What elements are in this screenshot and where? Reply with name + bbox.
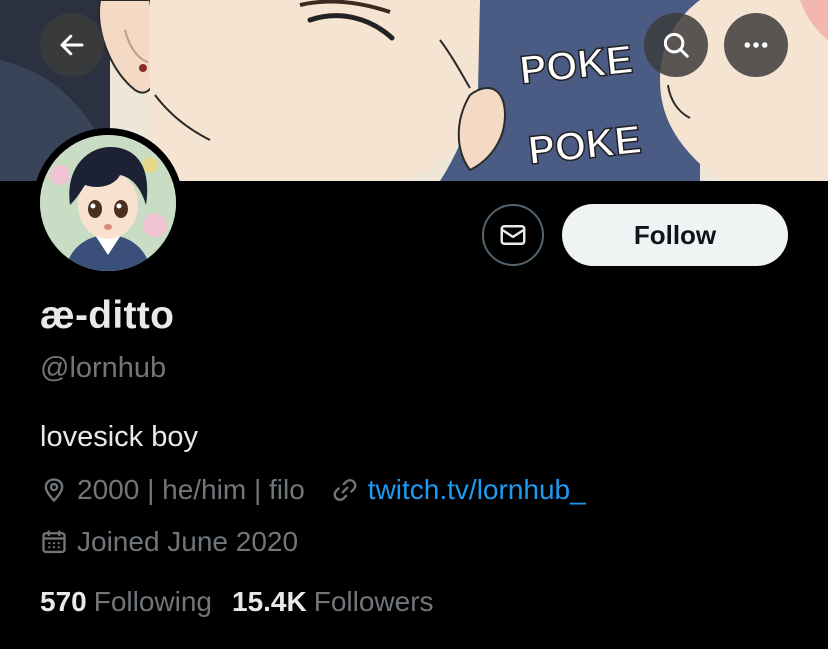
more-dots-icon <box>744 42 768 48</box>
followers-link[interactable]: 15.4K Followers <box>232 586 434 618</box>
profile-handle: @lornhub <box>40 352 167 384</box>
followers-count: 15.4K <box>232 586 307 617</box>
profile-joined-date: Joined June 2020 <box>77 526 299 557</box>
follow-button[interactable]: Follow <box>562 204 788 266</box>
following-label: Following <box>93 586 212 617</box>
profile-bio: lovesick boy <box>40 421 198 453</box>
profile-meta-row: 2000 | he/him | filo twitch.tv/lornhub_ <box>40 474 586 506</box>
profile-stats: 570 Following 15.4K Followers <box>40 586 434 618</box>
envelope-icon <box>500 225 526 245</box>
following-link[interactable]: 570 Following <box>40 586 212 618</box>
link-icon <box>331 476 359 504</box>
more-button[interactable] <box>724 13 788 77</box>
avatar[interactable] <box>33 128 183 278</box>
arrow-left-icon <box>60 34 84 56</box>
location-icon <box>40 476 68 504</box>
following-count: 570 <box>40 586 87 617</box>
profile-location: 2000 | he/him | filo <box>77 474 305 505</box>
search-icon <box>663 32 689 58</box>
followers-label: Followers <box>313 586 434 617</box>
search-button[interactable] <box>644 13 708 77</box>
display-name: æ-ditto <box>40 294 175 337</box>
profile-joined-row: Joined June 2020 <box>40 526 298 558</box>
profile-website-link[interactable]: twitch.tv/lornhub_ <box>368 474 586 506</box>
avatar-image <box>40 135 176 271</box>
calendar-icon <box>40 528 68 556</box>
back-button[interactable] <box>40 13 104 77</box>
message-button[interactable] <box>482 204 544 266</box>
